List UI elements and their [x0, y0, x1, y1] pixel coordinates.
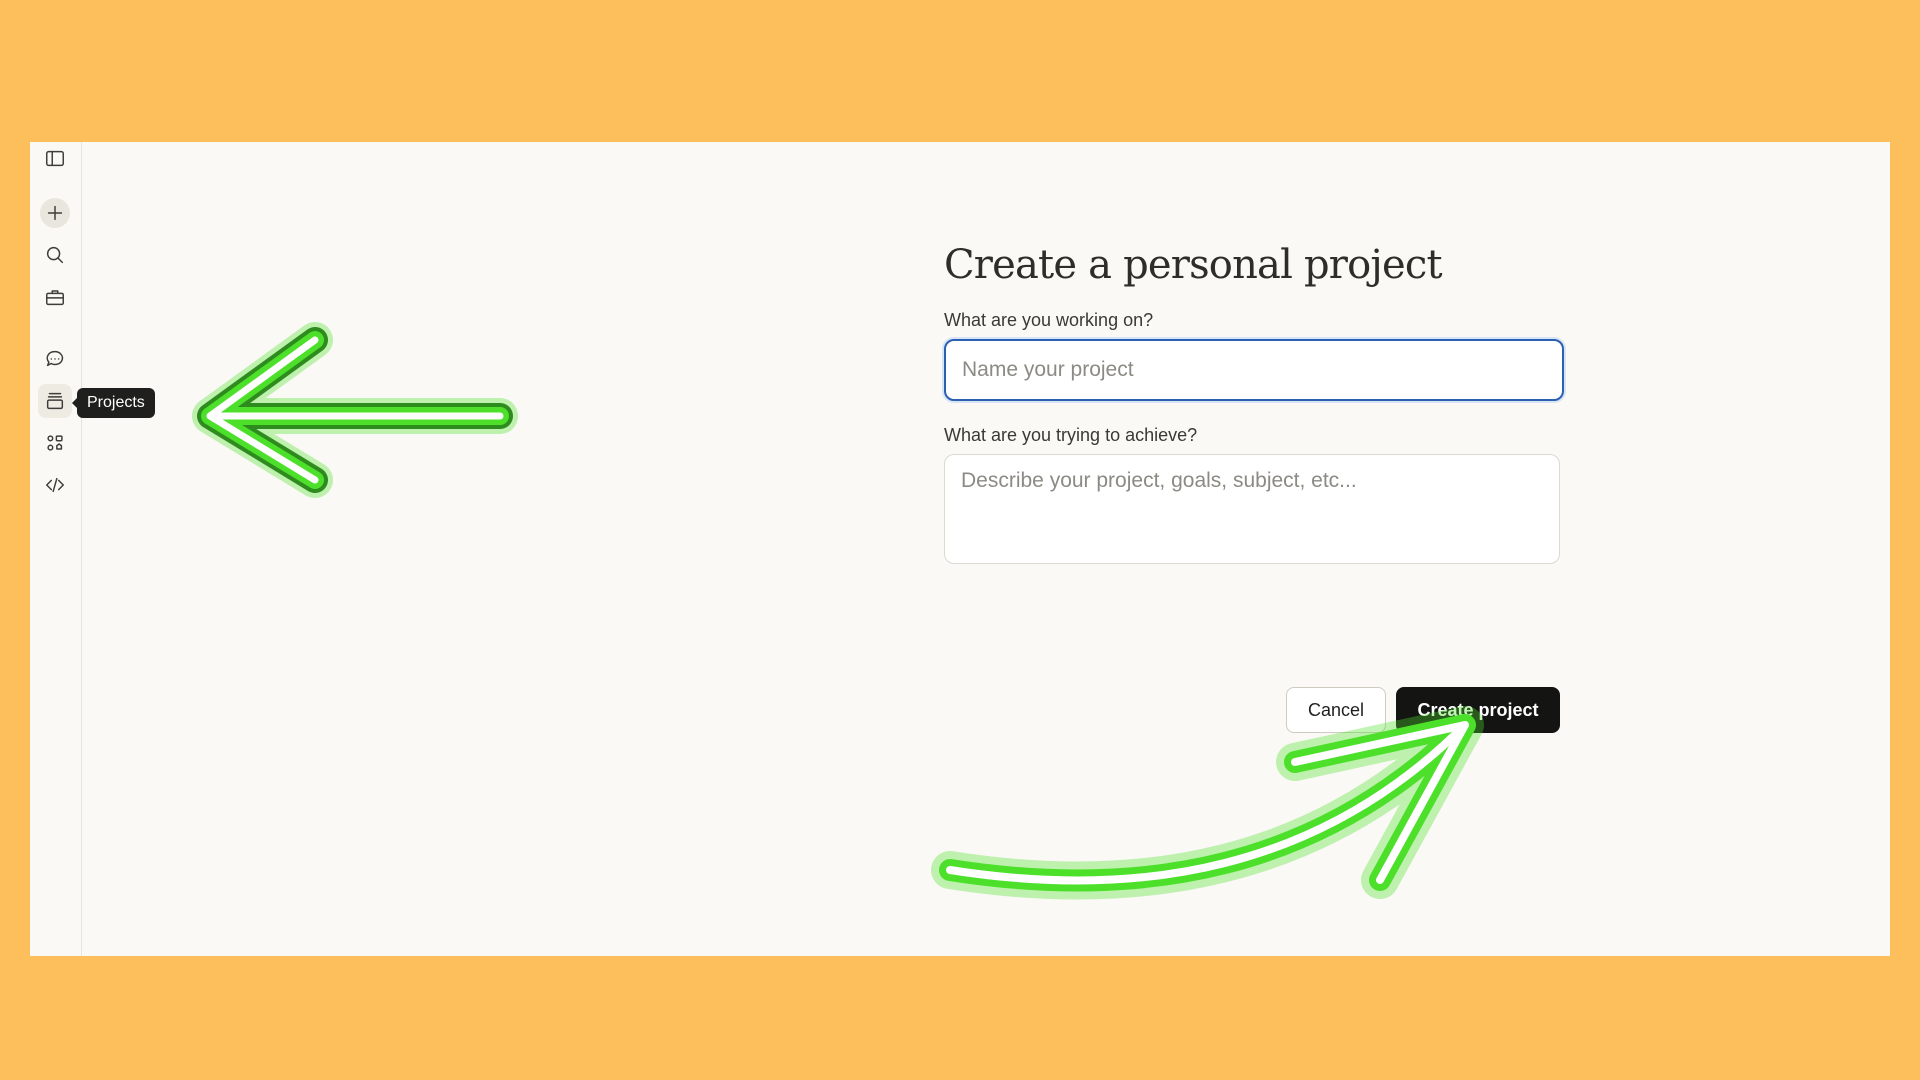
project-name-input[interactable]	[944, 339, 1564, 401]
new-chat-button[interactable]	[40, 198, 70, 228]
sidebar: Projects	[30, 142, 155, 956]
sidebar-toggle-icon[interactable]	[38, 142, 72, 176]
page-title: Create a personal project	[944, 242, 1443, 288]
projects-icon	[46, 392, 64, 410]
project-goal-label: What are you trying to achieve?	[944, 425, 1198, 445]
search-icon	[46, 246, 64, 264]
project-goal-textarea[interactable]	[944, 454, 1560, 564]
projects-button[interactable]	[38, 384, 72, 418]
create-project-form: Create a personal project What are you w…	[944, 242, 1564, 733]
code-icon	[46, 477, 64, 493]
projects-tooltip: Projects	[72, 388, 155, 418]
project-name-label: What are you working on?	[944, 310, 1154, 330]
artifacts-icon	[47, 435, 63, 451]
toolbox-icon	[46, 290, 64, 306]
chats-button[interactable]	[38, 342, 72, 376]
left-arrow-annotation-icon	[192, 322, 518, 498]
curved-arrow-annotation-icon	[931, 706, 1484, 900]
chat-icon	[46, 350, 64, 367]
plus-icon	[47, 205, 63, 221]
code-button[interactable]	[38, 468, 72, 502]
artifacts-button[interactable]	[38, 426, 72, 460]
search-button[interactable]	[38, 238, 72, 272]
toolbox-button[interactable]	[38, 280, 72, 314]
